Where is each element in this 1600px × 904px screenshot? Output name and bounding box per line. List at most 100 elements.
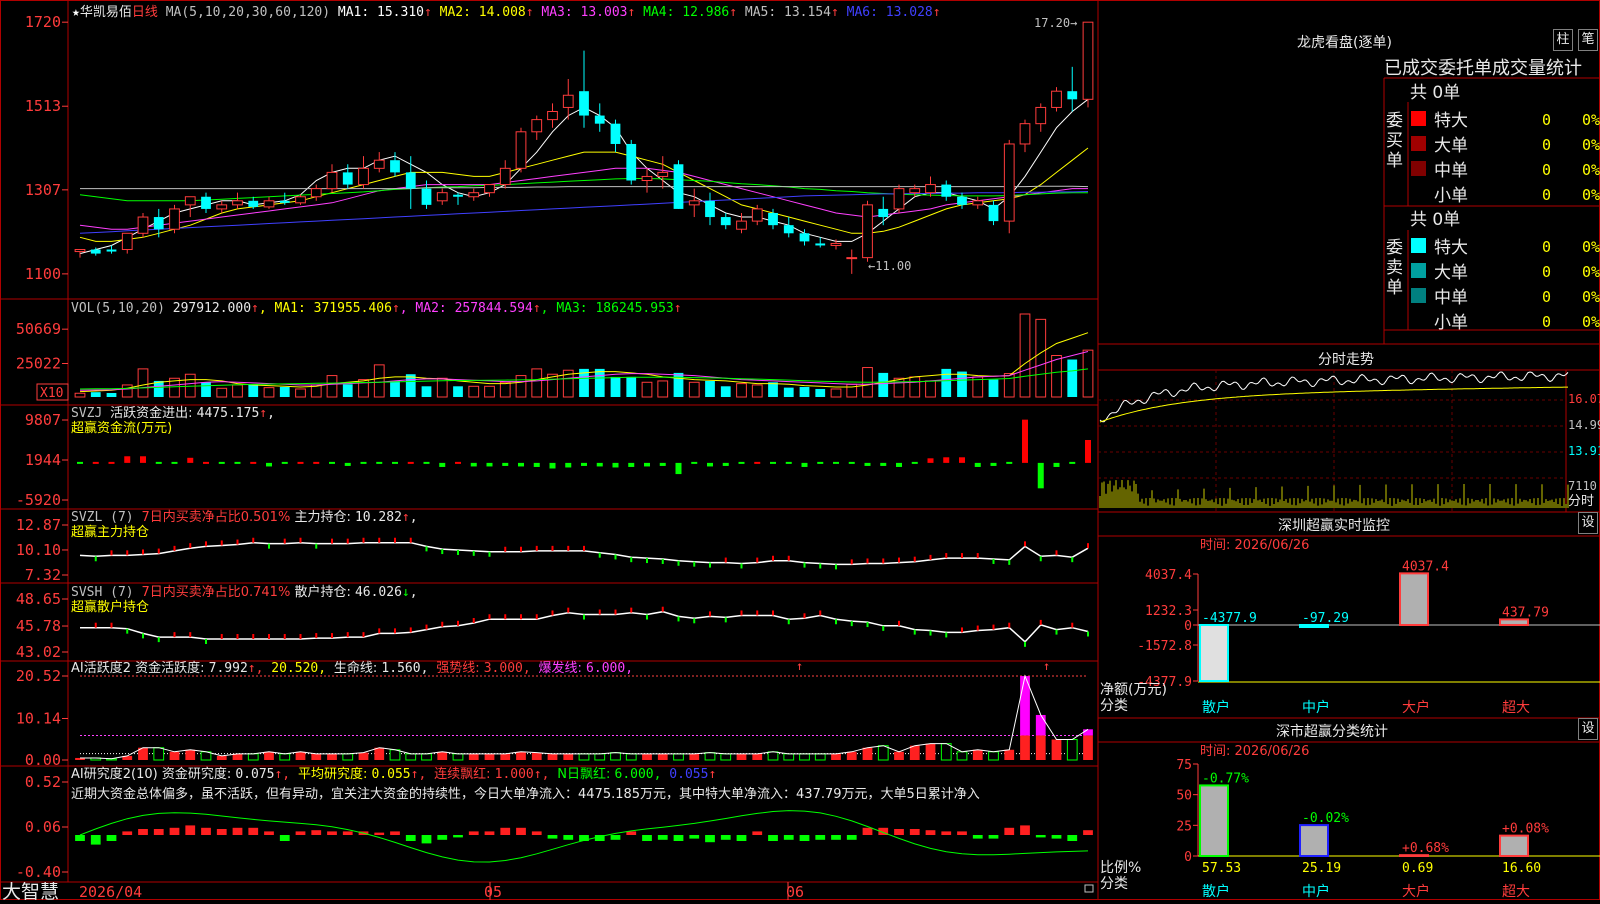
tab-volume-stats[interactable]: 成交量统计 xyxy=(1492,58,1582,79)
active-bar xyxy=(1004,749,1015,760)
monitor-settings-button[interactable]: 设 xyxy=(1578,512,1598,534)
flow-tick xyxy=(313,461,320,464)
vol-tick-label: 50669 xyxy=(16,320,61,338)
svzl-subtitle: 超赢主力持仓 xyxy=(71,524,149,540)
monitor-value-label: 437.79 xyxy=(1502,605,1549,620)
ai-active-legend-part: , xyxy=(421,661,437,676)
candle-body-down xyxy=(453,194,463,197)
monitor-category-label: 超大 xyxy=(1502,700,1530,716)
classify-bar-0 xyxy=(1199,784,1229,858)
research-bar xyxy=(547,835,558,839)
active-bar xyxy=(374,747,385,760)
flow-bar xyxy=(959,457,965,463)
monitor-ylabel: 净额(万元) xyxy=(1100,682,1167,698)
volume-bar xyxy=(878,372,889,397)
active-bar xyxy=(437,751,448,760)
active-bar xyxy=(1020,735,1030,760)
volume-bar xyxy=(751,384,763,398)
candle-body-up xyxy=(830,242,842,246)
bar-view-button[interactable]: 柱 xyxy=(1553,29,1573,51)
ma-line-ma4 xyxy=(79,178,1088,202)
tab-orders[interactable]: 委托单 xyxy=(1438,58,1492,79)
flow-bar xyxy=(880,462,887,466)
flow-bar xyxy=(1022,419,1028,463)
star-icon[interactable]: ★ xyxy=(72,5,80,20)
volume-bar xyxy=(1003,373,1015,398)
volume-bar xyxy=(1051,355,1062,398)
ai-research-legend-part: ↑, xyxy=(274,767,297,782)
order-row-pct-buy: 0% xyxy=(1582,186,1600,204)
order-row-count-sell: 0 xyxy=(1542,288,1551,306)
volume-bar xyxy=(957,371,967,397)
classify-settings-button[interactable]: 设 xyxy=(1578,718,1598,740)
svzl-legend-part: 7日内买卖净占比0.501% xyxy=(141,509,294,525)
vol-legend-part: 297912.000 xyxy=(173,301,251,316)
volume-bar xyxy=(815,388,826,397)
volume-bar xyxy=(610,376,621,397)
research-bar xyxy=(831,835,841,840)
flow-tick xyxy=(754,461,761,464)
research-bar xyxy=(783,835,794,840)
ai-research-legend-part: N日飘红: xyxy=(557,766,614,782)
order-legend-swatch xyxy=(1411,186,1426,201)
ai-research-tick-label: 0.52 xyxy=(25,773,61,791)
up-arrow-icon: ↑ xyxy=(830,5,839,20)
volume-bar xyxy=(705,380,715,397)
period-label[interactable]: 日线 xyxy=(132,5,158,20)
order-side-label-buy: 委 xyxy=(1386,111,1403,131)
tab-traded[interactable]: 已成交 xyxy=(1384,58,1438,79)
candle-body-down xyxy=(720,217,731,226)
research-bar xyxy=(531,831,542,835)
chart-canvas[interactable]: 1720 1513 1307 1100 17.20→ ←11.00 50669 25022 X1… xyxy=(0,0,1600,900)
order-row-count-buy: 0 xyxy=(1542,136,1551,154)
ai-research-legend-part: ↑, xyxy=(534,767,557,782)
order-side-label-sell: 单 xyxy=(1386,278,1403,298)
research-bar xyxy=(815,835,826,840)
order-row-name-buy: 中单 xyxy=(1434,161,1468,181)
candle-body-up xyxy=(1035,106,1047,125)
flow-bar xyxy=(344,462,351,466)
ai-research-legend: AI研究度2(10) 资金研究度: 0.075↑, 平均研究度: 0.055↑,… xyxy=(71,766,716,782)
volume-bar xyxy=(263,387,275,398)
research-bar xyxy=(516,827,526,835)
candle-body-up xyxy=(310,188,322,198)
flow-bar xyxy=(896,462,902,467)
classify-time: 时间: 2026/06/26 xyxy=(1200,744,1309,759)
up-arrow-icon: ↑ xyxy=(932,5,941,20)
sz-monitor-title: 深圳超赢实时监控 xyxy=(1278,518,1390,534)
research-bar xyxy=(988,835,999,839)
candle-body-up xyxy=(641,175,653,182)
candle-body-down xyxy=(941,184,952,197)
candle-body-up xyxy=(1003,143,1015,222)
flow-bar xyxy=(1085,439,1091,463)
active-bar xyxy=(264,751,274,760)
candle-body-up xyxy=(562,94,574,108)
volume-bar xyxy=(421,386,432,397)
x-axis-label-jun: 06 xyxy=(786,883,804,900)
volume-bar xyxy=(216,387,228,398)
active-bar xyxy=(625,753,637,761)
research-bar xyxy=(138,829,148,835)
svzl-legend-part: 10.282 xyxy=(355,510,402,525)
candle-body-down xyxy=(705,200,715,218)
volume-bar xyxy=(373,364,385,398)
volume-bar xyxy=(626,376,637,397)
flow-tick xyxy=(785,461,792,464)
research-bar xyxy=(768,835,778,841)
candle-body-up xyxy=(515,131,527,169)
ai-active-tick-label: 10.14 xyxy=(16,709,61,727)
flow-bar xyxy=(140,456,146,463)
svsh-legend-part: 7日内买卖净占比0.741% xyxy=(141,584,294,600)
vol-legend-part: ↑ xyxy=(251,301,259,316)
flow-tick xyxy=(281,461,288,464)
candle-body-up xyxy=(893,188,905,210)
active-bar xyxy=(500,753,511,760)
classify-value-label: 16.60 xyxy=(1502,861,1541,876)
candle-body-up xyxy=(499,167,511,186)
flow-bar xyxy=(187,457,194,463)
research-bar xyxy=(563,835,574,840)
active-bar xyxy=(594,753,606,761)
order-legend-swatch xyxy=(1411,288,1426,303)
candle-body-up xyxy=(468,192,480,198)
tick-view-button[interactable]: 笔 xyxy=(1578,29,1598,51)
